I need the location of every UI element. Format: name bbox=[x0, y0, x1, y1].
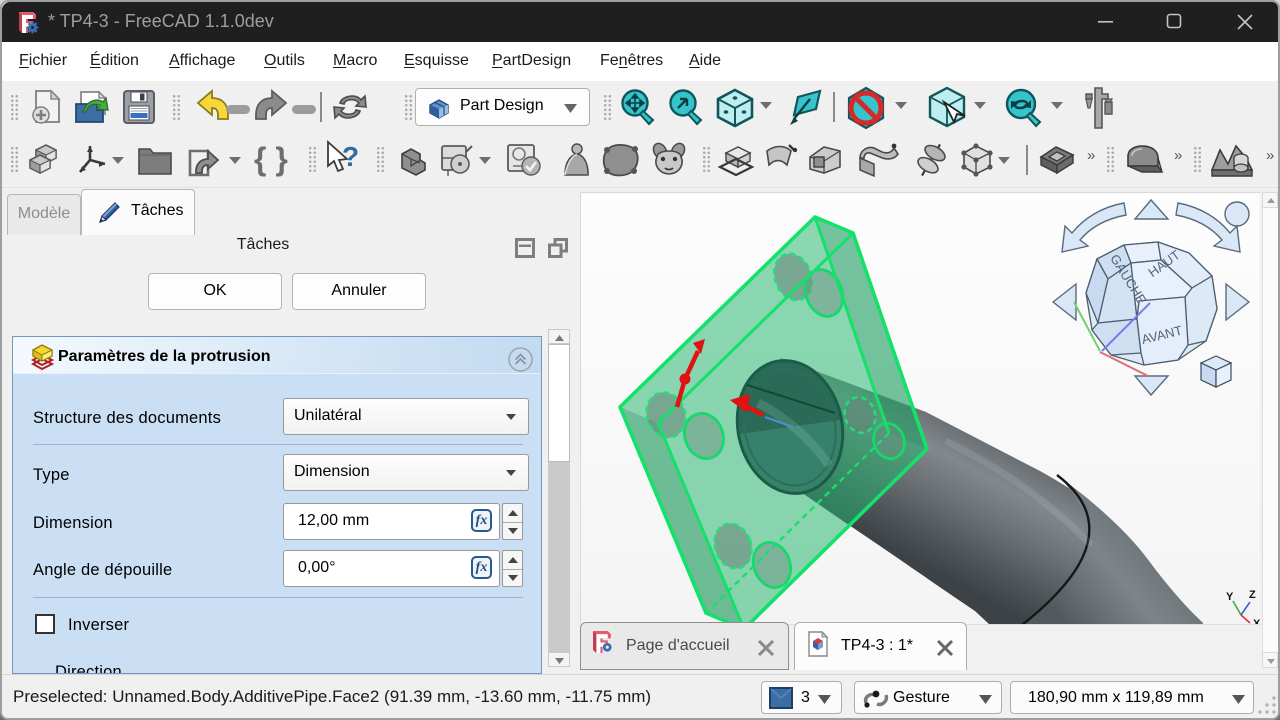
svg-text:{ }: { } bbox=[254, 142, 288, 177]
svg-text:Y: Y bbox=[1226, 591, 1234, 603]
svg-text:Z: Z bbox=[1249, 589, 1256, 601]
svg-text:?: ? bbox=[342, 141, 359, 172]
